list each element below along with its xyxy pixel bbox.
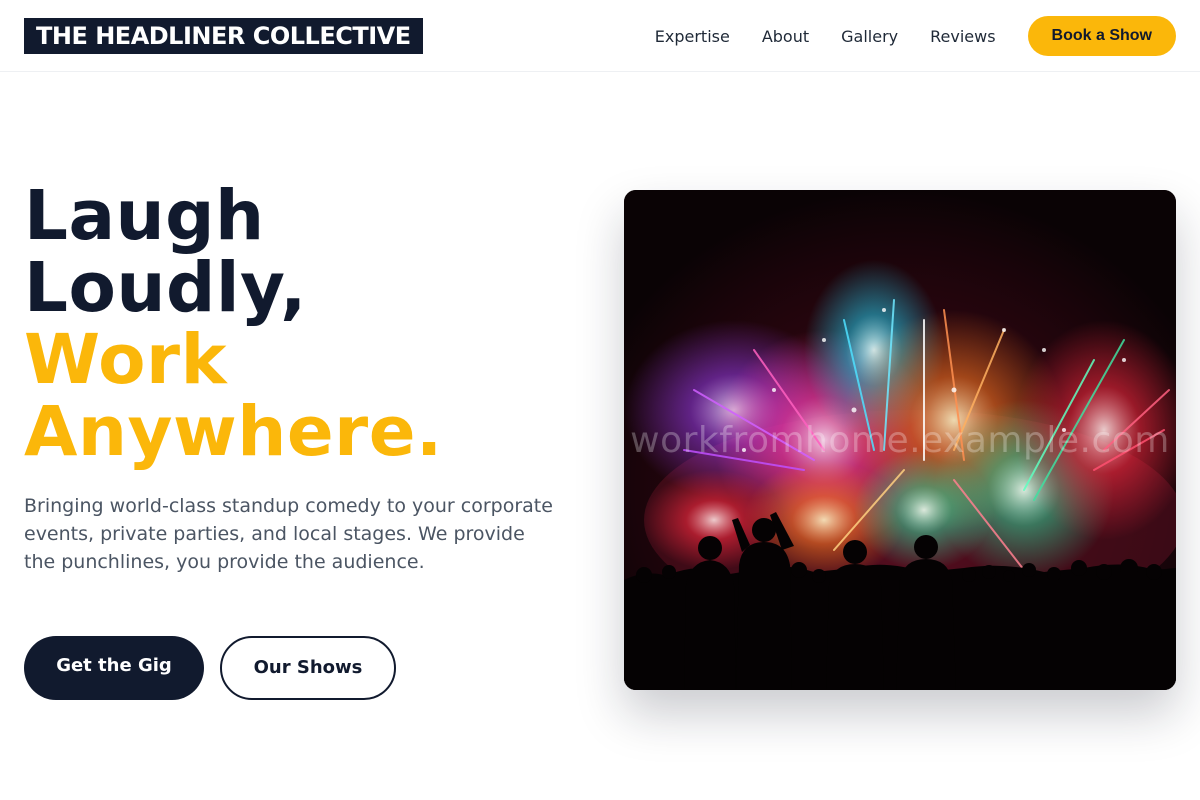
image-watermark: workfromhome.example.com: [630, 420, 1170, 461]
book-show-button[interactable]: Book a Show: [1027, 16, 1176, 56]
site-header: THE HEADLINER COLLECTIVE Expertise About…: [0, 0, 1200, 72]
main-nav: Expertise About Gallery Reviews Book a S…: [655, 0, 1176, 72]
logo[interactable]: THE HEADLINER COLLECTIVE: [24, 18, 423, 54]
nav-link-about[interactable]: About: [762, 27, 809, 46]
nav-link-gallery[interactable]: Gallery: [841, 27, 898, 46]
hero-title-line-3: Work: [24, 320, 227, 400]
hero-title-line-1: Laugh: [24, 176, 265, 256]
hero-title-line-2: Loudly,: [24, 248, 307, 328]
hero-description: Bringing world-class standup comedy to y…: [24, 495, 553, 573]
nav-link-expertise[interactable]: Expertise: [655, 27, 730, 46]
our-shows-button[interactable]: Our Shows: [220, 636, 396, 700]
hero-image: workfromhome.example.com: [624, 190, 1176, 690]
hero-title-line-4: Anywhere.: [24, 392, 443, 472]
nav-link-reviews[interactable]: Reviews: [930, 27, 995, 46]
get-gig-button[interactable]: Get the Gig: [24, 636, 204, 700]
hero-title: Laugh Loudly, Work Anywhere.: [24, 180, 443, 468]
